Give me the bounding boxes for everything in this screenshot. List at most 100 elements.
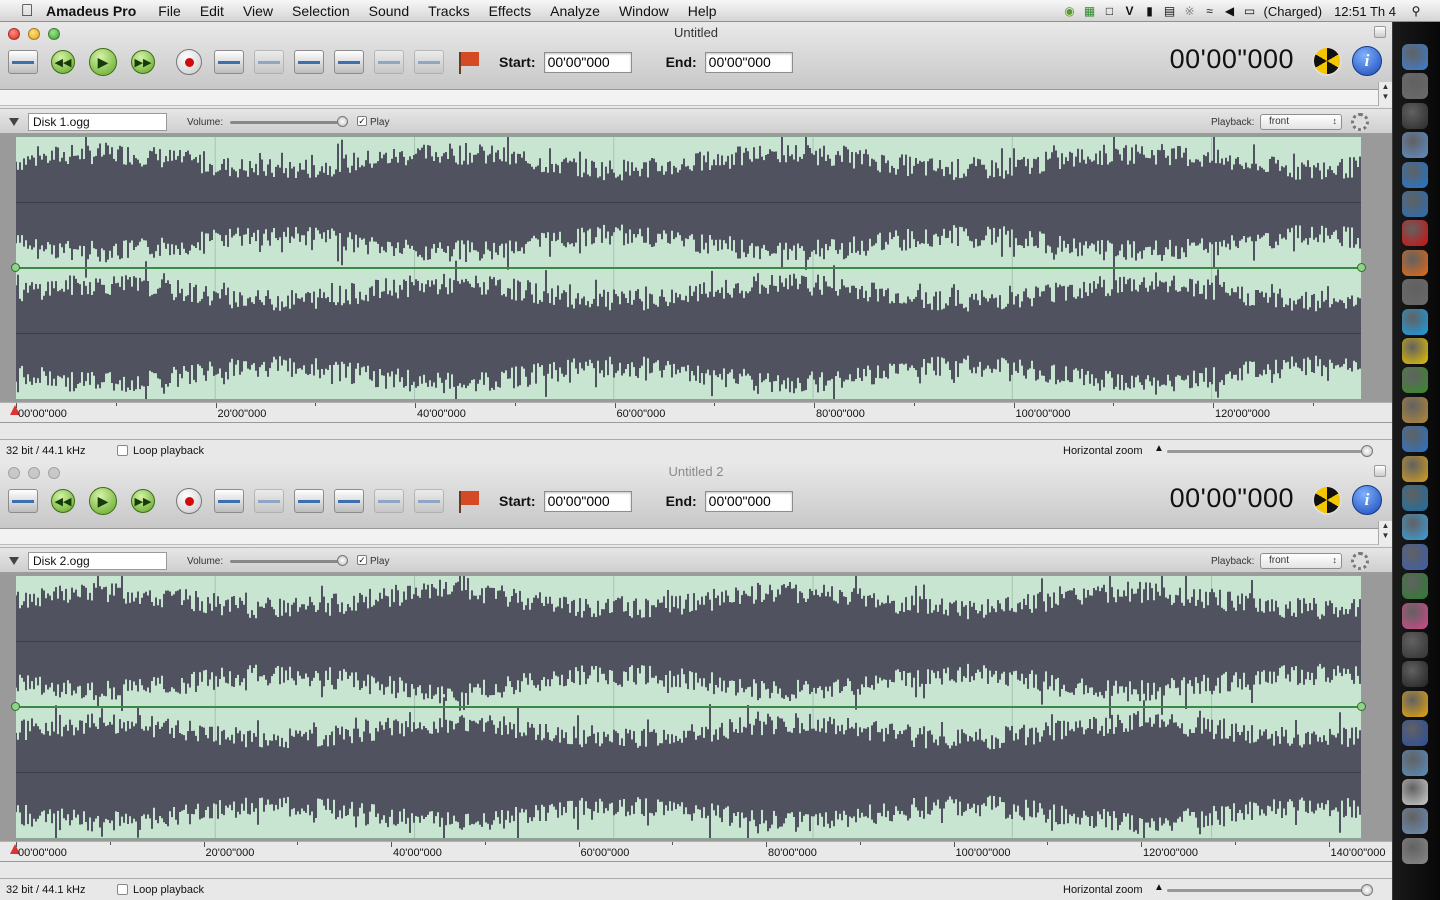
play-button[interactable]: ▶: [87, 486, 119, 516]
radiation-icon[interactable]: [1312, 46, 1342, 76]
toolbar-toggle-button[interactable]: [1374, 465, 1386, 477]
crossover-icon[interactable]: [1402, 573, 1428, 600]
menu-tracks[interactable]: Tracks: [428, 3, 469, 19]
dashboard-icon[interactable]: [1402, 514, 1428, 541]
battery-icon[interactable]: ▭: [1244, 4, 1256, 18]
finder-icon[interactable]: [1402, 44, 1428, 70]
menu-file[interactable]: File: [158, 3, 181, 19]
gear-icon[interactable]: [1351, 113, 1369, 131]
disclosure-triangle-icon[interactable]: [9, 118, 19, 126]
multitrack-button[interactable]: [7, 47, 39, 77]
virtualbox-icon[interactable]: [1402, 543, 1428, 570]
overview-strip[interactable]: [0, 90, 1392, 106]
bbedit-icon[interactable]: [1402, 720, 1428, 747]
toolbar-toggle-button[interactable]: [1374, 26, 1386, 38]
loop-checkbox[interactable]: [117, 445, 128, 456]
waveform[interactable]: [15, 575, 1362, 839]
xcode-icon[interactable]: [1402, 132, 1428, 159]
gear-person-icon[interactable]: [1402, 367, 1428, 394]
rewind-button[interactable]: ◀◀: [47, 47, 79, 77]
vertical-scroll-arrows[interactable]: ▲ ▼: [1378, 521, 1392, 545]
overview-strip[interactable]: [0, 529, 1392, 545]
apps-folder-icon[interactable]: [1402, 808, 1428, 835]
play-button[interactable]: ▶: [87, 47, 119, 77]
menu-help[interactable]: Help: [688, 3, 717, 19]
character-icon[interactable]: [1402, 779, 1428, 805]
mobile-icon[interactable]: [1402, 455, 1428, 482]
transmit-icon[interactable]: [1402, 426, 1428, 453]
kindle-icon[interactable]: [1402, 632, 1428, 658]
markers-button[interactable]: [453, 486, 485, 516]
add-marker-button[interactable]: [213, 486, 245, 516]
activity-status-icon[interactable]: ▦: [1084, 4, 1096, 18]
archive-icon[interactable]: [1402, 396, 1428, 423]
fireworks-icon[interactable]: [1402, 690, 1428, 717]
volume-knob[interactable]: [337, 555, 348, 566]
volume-knob[interactable]: [337, 116, 348, 127]
add-marker-button[interactable]: [213, 47, 245, 77]
track-name-field[interactable]: Disk 2.ogg: [28, 552, 167, 570]
menu-analyze[interactable]: Analyze: [550, 3, 600, 19]
info-button[interactable]: i: [1352, 46, 1382, 76]
radiation-icon[interactable]: [1312, 485, 1342, 515]
end-field[interactable]: 00'00"000: [704, 51, 793, 73]
zoom-in-button[interactable]: [373, 486, 405, 516]
wordpress-icon[interactable]: [1402, 485, 1428, 511]
lock-status-icon[interactable]: ▮: [1144, 4, 1156, 18]
zoom-knob[interactable]: [1361, 445, 1373, 457]
spectrum-button[interactable]: [293, 486, 325, 516]
time-ruler[interactable]: 00'00"000 20'00"000 40'00"000 60'00"000 80'0…: [0, 402, 1392, 422]
end-field[interactable]: 00'00"000: [704, 490, 793, 512]
fast-forward-button[interactable]: ▶▶: [127, 486, 159, 516]
mixer-button[interactable]: [333, 486, 365, 516]
horizontal-zoom-slider[interactable]: [1167, 884, 1373, 896]
play-checkbox[interactable]: ✓: [357, 116, 367, 126]
track-name-field[interactable]: Disk 1.ogg: [28, 113, 167, 131]
vertical-scroll-arrows[interactable]: ▲ ▼: [1378, 82, 1392, 106]
horizontal-zoom-slider[interactable]: [1167, 445, 1373, 457]
opera-icon[interactable]: [1402, 220, 1428, 247]
loop-checkbox[interactable]: [117, 884, 128, 895]
app-menu[interactable]: Amadeus Pro: [46, 3, 136, 19]
chat-status-icon[interactable]: □: [1104, 4, 1116, 18]
volume-slider[interactable]: [230, 116, 348, 127]
zoom-out-button[interactable]: [413, 486, 445, 516]
zoom-in-button[interactable]: [373, 47, 405, 77]
envelope-handle[interactable]: [1357, 702, 1366, 711]
bluetooth-status-icon[interactable]: ※: [1184, 4, 1196, 18]
sysprefs-icon[interactable]: [1402, 279, 1428, 306]
terminal-icon[interactable]: [1402, 102, 1428, 129]
spotlight-icon[interactable]: ⚲: [1410, 4, 1422, 18]
menu-effects[interactable]: Effects: [489, 3, 532, 19]
menu-selection[interactable]: Selection: [292, 3, 350, 19]
envelope-handle[interactable]: [11, 263, 20, 272]
skype-icon[interactable]: [1402, 308, 1428, 335]
info-button[interactable]: i: [1352, 485, 1382, 515]
clock[interactable]: 12:51 Th 4: [1334, 4, 1396, 19]
fast-forward-button[interactable]: ▶▶: [127, 47, 159, 77]
menu-window[interactable]: Window: [619, 3, 669, 19]
play-checkbox[interactable]: ✓: [357, 555, 367, 565]
waveform[interactable]: [15, 136, 1362, 400]
start-field[interactable]: 00'00"000: [543, 490, 632, 512]
spectrum-button[interactable]: [293, 47, 325, 77]
apple-menu-icon[interactable]: : [18, 1, 36, 20]
wifi-status-icon[interactable]: ≈: [1204, 4, 1216, 18]
time-ruler[interactable]: 00'00"000 20'00"000 40'00"000 60'00"000 80'0…: [0, 841, 1392, 861]
start-field[interactable]: 00'00"000: [543, 51, 632, 73]
zoom-stepper-icon[interactable]: ▲: [1154, 443, 1164, 454]
vlc-status-icon[interactable]: V: [1124, 4, 1136, 18]
rewind-button[interactable]: ◀◀: [47, 486, 79, 516]
adium-icon[interactable]: [1402, 338, 1428, 364]
perian-icon[interactable]: [1402, 602, 1428, 629]
photo-icon[interactable]: [1402, 73, 1428, 100]
multitrack-button[interactable]: [7, 486, 39, 516]
menu-edit[interactable]: Edit: [200, 3, 224, 19]
gear-icon[interactable]: [1351, 552, 1369, 570]
zoom-stepper-icon[interactable]: ▲: [1154, 882, 1164, 893]
remove-marker-button[interactable]: [253, 47, 285, 77]
zoom-out-button[interactable]: [413, 47, 445, 77]
disclosure-triangle-icon[interactable]: [9, 557, 19, 565]
record-button[interactable]: [173, 486, 205, 516]
playback-select[interactable]: front: [1260, 553, 1342, 569]
